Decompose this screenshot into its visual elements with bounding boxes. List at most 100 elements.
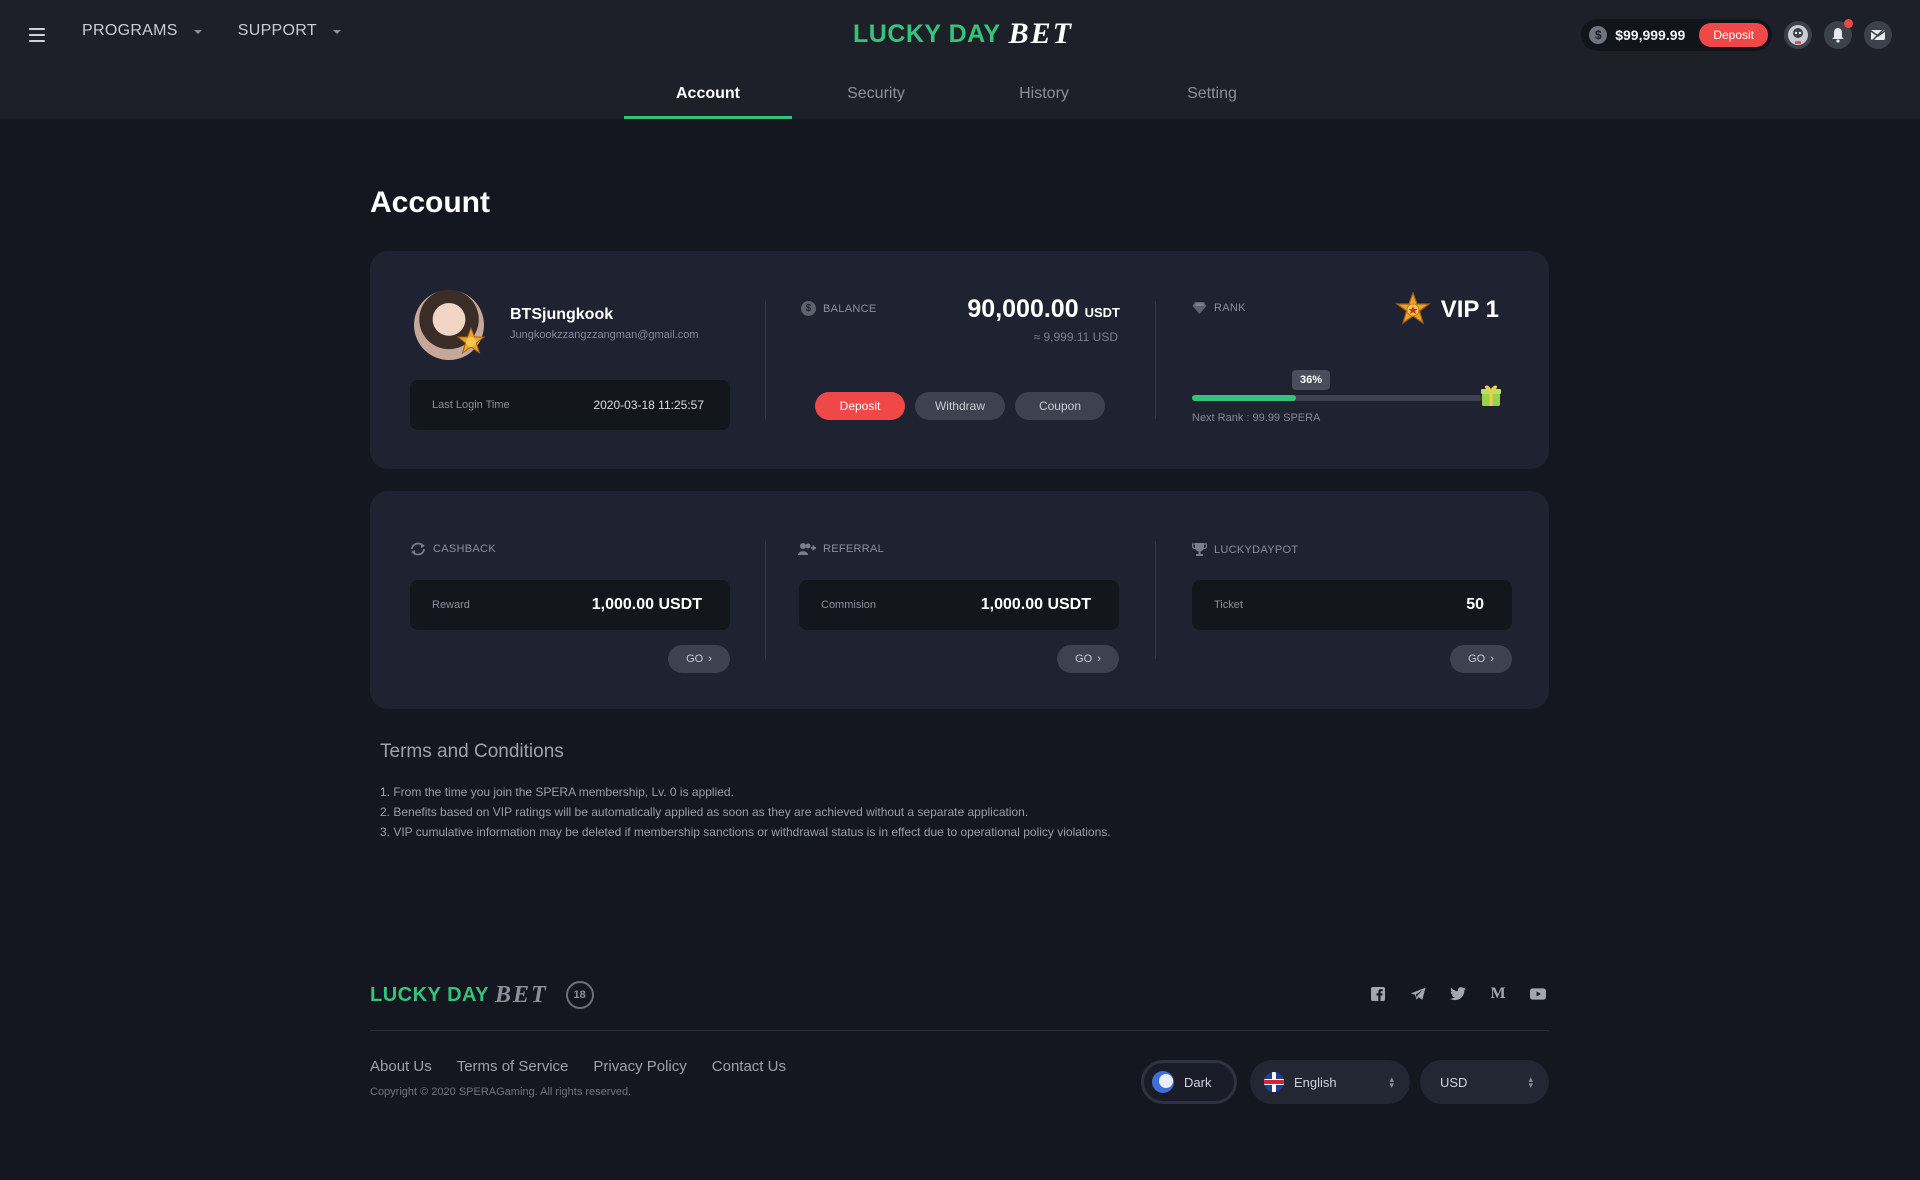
divider bbox=[1155, 301, 1156, 419]
username: BTSjungkook bbox=[510, 306, 614, 323]
vip-medal-icon bbox=[456, 327, 486, 355]
user-email: Jungkookzzangzzangman@gmail.com bbox=[510, 329, 699, 341]
theme-toggle[interactable]: Dark bbox=[1141, 1060, 1237, 1104]
deposit-button[interactable]: Deposit bbox=[815, 392, 905, 420]
balance-value: 90,000.00 bbox=[967, 295, 1079, 323]
referral-value: 1,000.00 USDT bbox=[980, 596, 1091, 613]
terms-title: Terms and Conditions bbox=[380, 741, 564, 762]
menu-icon[interactable] bbox=[29, 28, 45, 42]
wallet-widget: $ $99,999.99 Deposit bbox=[1581, 19, 1772, 51]
site-logo[interactable]: LUCKY DAY BET bbox=[853, 17, 1073, 51]
balance-currency: USDT bbox=[1084, 305, 1120, 320]
avatar[interactable] bbox=[414, 290, 486, 360]
go-label: GO bbox=[1468, 653, 1486, 665]
youtube-icon[interactable] bbox=[1530, 986, 1546, 1002]
logo-lucky-text: LUCKY DAY bbox=[853, 19, 1001, 48]
referral-section-label: REFERRAL bbox=[798, 542, 884, 556]
dollar-coin-icon: $ bbox=[1589, 26, 1608, 44]
last-login-box: Last Login Time 2020-03-18 11:25:57 bbox=[410, 380, 730, 430]
tab-setting[interactable]: Setting bbox=[1128, 84, 1296, 119]
footer-link-privacy[interactable]: Privacy Policy bbox=[593, 1058, 686, 1075]
account-summary-card: BTSjungkook Jungkookzzangzzangman@gmail.… bbox=[370, 251, 1549, 469]
referral-go-button[interactable]: GO › bbox=[1057, 645, 1119, 673]
nav-support-label: SUPPORT bbox=[237, 22, 317, 39]
cashback-label: CASHBACK bbox=[433, 543, 496, 555]
footer-logo[interactable]: LUCKY DAY BET 18 bbox=[370, 981, 594, 1009]
luckydaypot-ticket-box: Ticket 50 bbox=[1192, 580, 1512, 630]
social-links: M bbox=[1370, 985, 1546, 1002]
currency-select[interactable]: USD ▴ ▾ bbox=[1420, 1060, 1549, 1104]
facebook-icon[interactable] bbox=[1370, 986, 1386, 1002]
select-arrows-icon: ▴ ▾ bbox=[1389, 1074, 1394, 1090]
top-nav: PROGRAMS SUPPORT bbox=[82, 22, 341, 40]
chevron-right-icon: › bbox=[1490, 653, 1494, 665]
refresh-icon bbox=[411, 542, 425, 556]
referral-label: REFERRAL bbox=[823, 543, 885, 555]
page-title: Account bbox=[370, 186, 490, 219]
logo-bet-text: BET bbox=[1008, 17, 1073, 50]
tab-account[interactable]: Account bbox=[624, 84, 792, 119]
telegram-icon[interactable] bbox=[1410, 986, 1426, 1002]
avatar-icon[interactable] bbox=[1784, 21, 1812, 49]
last-login-label: Last Login Time bbox=[432, 399, 510, 411]
rank-label: RANK bbox=[1214, 302, 1246, 314]
withdraw-button[interactable]: Withdraw bbox=[915, 392, 1005, 420]
chevron-right-icon: › bbox=[708, 653, 712, 665]
nav-support[interactable]: SUPPORT bbox=[238, 22, 341, 40]
chevron-down-icon bbox=[193, 30, 202, 34]
chevron-down-icon bbox=[332, 30, 341, 34]
notification-dot bbox=[1844, 19, 1853, 28]
currency-label: USD bbox=[1440, 1074, 1468, 1090]
referral-field-label: Commision bbox=[821, 599, 877, 611]
referral-commission-box: Commision 1,000.00 USDT bbox=[799, 580, 1119, 630]
cashback-section-label: CASHBACK bbox=[410, 542, 496, 556]
luckydaypot-go-button[interactable]: GO › bbox=[1450, 645, 1512, 673]
cashback-go-button[interactable]: GO › bbox=[668, 645, 730, 673]
nav-programs-label: PROGRAMS bbox=[82, 22, 178, 39]
balance-label: BALANCE bbox=[823, 302, 877, 315]
cashback-reward-box: Reward 1,000.00 USDT bbox=[410, 580, 730, 630]
uk-flag-icon bbox=[1264, 1072, 1284, 1092]
language-select[interactable]: English ▴ ▾ bbox=[1250, 1060, 1410, 1104]
divider bbox=[1155, 541, 1156, 659]
luckydaypot-label: LUCKYDAYPOT bbox=[1214, 543, 1299, 556]
footer-divider bbox=[370, 1030, 1549, 1031]
cashback-field-label: Reward bbox=[432, 599, 470, 611]
coupon-button[interactable]: Coupon bbox=[1015, 392, 1105, 420]
dollar-coin-icon: $ bbox=[801, 301, 816, 316]
rewards-card: CASHBACK Reward 1,000.00 USDT GO › REFERR… bbox=[370, 491, 1549, 709]
diamond-icon bbox=[1192, 302, 1207, 314]
rank-value: VIP 1 bbox=[1440, 296, 1499, 323]
message-icon[interactable] bbox=[1864, 21, 1892, 49]
bell-icon[interactable] bbox=[1824, 19, 1853, 49]
header-right: $ $99,999.99 Deposit bbox=[1581, 18, 1892, 52]
header-deposit-button[interactable]: Deposit bbox=[1699, 23, 1768, 47]
rank-progress-tooltip: 36% bbox=[1292, 370, 1331, 390]
moon-icon bbox=[1152, 1071, 1174, 1093]
terms-item: 3. VIP cumulative information may be del… bbox=[380, 825, 1111, 839]
last-login-value: 2020-03-18 11:25:57 bbox=[593, 398, 704, 412]
rank-section-label: RANK bbox=[1192, 301, 1246, 315]
age-restriction-badge: 18 bbox=[565, 981, 594, 1009]
gift-icon[interactable] bbox=[1480, 383, 1502, 407]
footer-link-about[interactable]: About Us bbox=[370, 1058, 432, 1075]
footer-link-contact[interactable]: Contact Us bbox=[712, 1058, 786, 1075]
logo-bet-text: BET bbox=[494, 981, 548, 1008]
nav-programs[interactable]: PROGRAMS bbox=[82, 22, 202, 40]
medium-icon[interactable]: M bbox=[1490, 985, 1506, 1002]
balance-section-label: $ BALANCE bbox=[801, 301, 876, 316]
tab-history[interactable]: History bbox=[960, 84, 1128, 119]
divider bbox=[765, 541, 766, 659]
luckydaypot-field-label: Ticket bbox=[1214, 599, 1243, 611]
divider bbox=[765, 301, 766, 419]
select-arrows-icon: ▴ ▾ bbox=[1528, 1074, 1533, 1090]
language-value: English bbox=[1264, 1072, 1337, 1092]
luckydaypot-value: 50 bbox=[1466, 596, 1484, 613]
top-header: PROGRAMS SUPPORT LUCKY DAY BET $ $99,999… bbox=[0, 0, 1920, 119]
footer-link-terms[interactable]: Terms of Service bbox=[457, 1058, 569, 1075]
tab-security[interactable]: Security bbox=[792, 84, 960, 119]
go-label: GO bbox=[686, 653, 704, 665]
cashback-value: 1,000.00 USDT bbox=[591, 596, 702, 613]
rank-value-block: VIP 1 bbox=[1394, 292, 1499, 328]
twitter-icon[interactable] bbox=[1450, 986, 1466, 1002]
